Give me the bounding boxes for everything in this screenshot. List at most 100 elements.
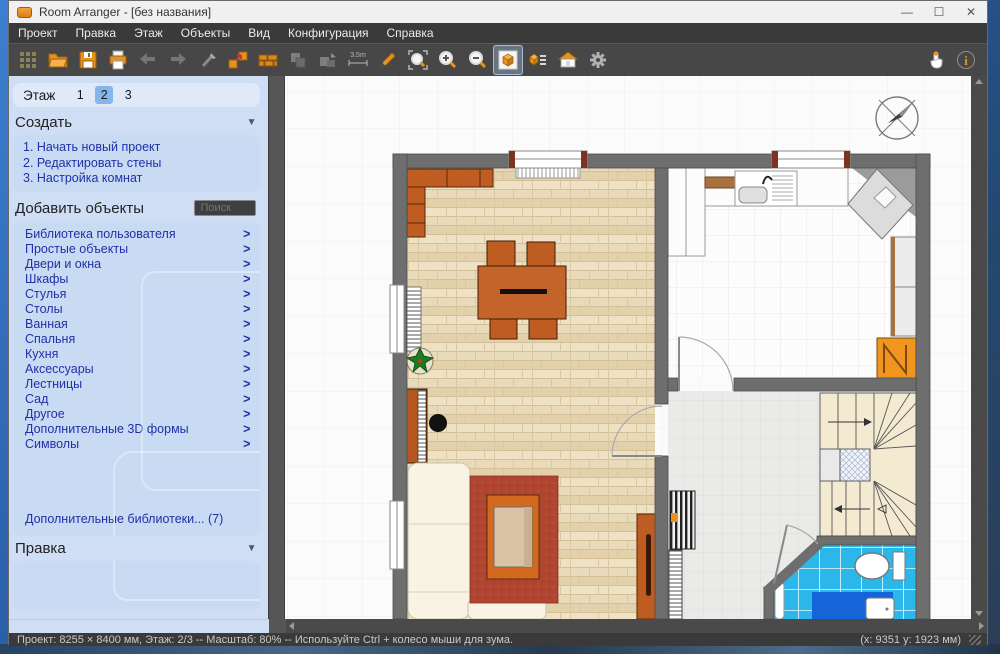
settings-icon[interactable] xyxy=(584,46,612,74)
zoom-out-icon[interactable] xyxy=(464,46,492,74)
vertical-scrollbar[interactable] xyxy=(971,76,987,619)
category-kitchen[interactable]: Кухня > xyxy=(25,347,250,362)
walls-3d-icon[interactable] xyxy=(554,46,582,74)
redo-icon[interactable] xyxy=(164,46,192,74)
plant[interactable] xyxy=(406,347,435,375)
create-section-header[interactable]: Создать ▼ xyxy=(9,110,268,134)
app-window: Room Arranger - [без названия] — ☐ ✕ Про… xyxy=(8,0,988,646)
menu-configuration[interactable]: Конфигурация xyxy=(279,23,378,43)
clean-icon[interactable] xyxy=(194,46,222,74)
create-step-2[interactable]: 2. Редактировать стены xyxy=(23,156,250,172)
save-icon[interactable] xyxy=(74,46,102,74)
category-symbols[interactable]: Символы > xyxy=(25,437,250,452)
menu-project[interactable]: Проект xyxy=(9,23,67,43)
floor-button-3[interactable]: 3 xyxy=(119,86,137,104)
bookshelf[interactable] xyxy=(403,388,428,464)
column[interactable] xyxy=(429,414,448,432)
group-objects-icon[interactable] xyxy=(314,46,342,74)
kitchen-right-cabinets[interactable] xyxy=(890,236,917,337)
chevron-right-icon: > xyxy=(243,316,251,331)
select-objects-icon[interactable] xyxy=(284,46,312,74)
category-label: Шкафы xyxy=(25,271,69,286)
pointer-icon[interactable] xyxy=(922,46,950,74)
object-list-icon[interactable] xyxy=(524,46,552,74)
bath-sink[interactable] xyxy=(865,597,895,619)
category-other[interactable]: Другое > xyxy=(25,407,250,422)
category-user-library[interactable]: Библиотека пользователя > xyxy=(25,227,250,242)
chevron-right-icon: > xyxy=(243,391,251,406)
scroll-left-arrow[interactable] xyxy=(289,622,294,630)
category-simple-objects[interactable]: Простые объекты > xyxy=(25,242,250,257)
project-grid-icon[interactable] xyxy=(14,46,42,74)
collapse-arrow-icon[interactable]: ▼ xyxy=(247,543,257,554)
open-icon[interactable] xyxy=(44,46,72,74)
orange-cabinet[interactable] xyxy=(876,337,917,380)
category-bathroom[interactable]: Ванная > xyxy=(25,317,250,332)
title-bar[interactable]: Room Arranger - [без названия] — ☐ ✕ xyxy=(9,1,987,23)
scroll-down-arrow[interactable] xyxy=(975,611,984,616)
info-icon[interactable]: i xyxy=(952,46,980,74)
sidebar-divider[interactable] xyxy=(268,76,286,619)
measure-icon[interactable]: 3.5m xyxy=(344,46,372,74)
floor-plan-canvas[interactable] xyxy=(285,76,972,619)
zoom-in-icon[interactable] xyxy=(434,46,462,74)
category-label: Спальня xyxy=(25,331,76,346)
chevron-right-icon: > xyxy=(243,256,251,271)
category-additional-3d-shapes[interactable]: Дополнительные 3D формы > xyxy=(25,422,250,437)
category-garden[interactable]: Сад > xyxy=(25,392,250,407)
pencil-icon[interactable] xyxy=(374,46,402,74)
category-wardrobes[interactable]: Шкафы > xyxy=(25,272,250,287)
zoom-fit-icon[interactable] xyxy=(404,46,432,74)
menu-floor[interactable]: Этаж xyxy=(125,23,172,43)
staircase[interactable] xyxy=(819,392,917,537)
scroll-up-arrow[interactable] xyxy=(975,79,984,84)
horizontal-scrollbar[interactable] xyxy=(286,619,987,633)
floor-button-2[interactable]: 2 xyxy=(95,86,114,104)
bricks-icon[interactable] xyxy=(254,46,282,74)
kitchen-sink[interactable] xyxy=(734,170,798,207)
add-objects-section-header[interactable]: Добавить объекты xyxy=(9,196,268,220)
view-3d-icon[interactable] xyxy=(493,45,523,75)
minimize-button[interactable]: — xyxy=(891,1,923,23)
menu-bar: Проект Правка Этаж Объекты Вид Конфигура… xyxy=(9,23,987,43)
create-step-1[interactable]: 1. Начать новый проект xyxy=(23,140,250,156)
status-text: Проект: 8255 × 8400 мм, Этаж: 2/3 -- Мас… xyxy=(17,633,514,646)
undo-icon[interactable] xyxy=(134,46,162,74)
maximize-button[interactable]: ☐ xyxy=(923,1,955,23)
additional-libraries-link[interactable]: Дополнительные библиотеки... (7) xyxy=(25,510,250,530)
category-tables[interactable]: Столы > xyxy=(25,302,250,317)
menu-edit[interactable]: Правка xyxy=(67,23,126,43)
category-bedroom[interactable]: Спальня > xyxy=(25,332,250,347)
menu-help[interactable]: Справка xyxy=(378,23,443,43)
radiator[interactable] xyxy=(515,167,581,179)
search-input[interactable] xyxy=(194,200,257,216)
chevron-right-icon: > xyxy=(243,376,251,391)
print-icon[interactable] xyxy=(104,46,132,74)
cursor-coordinates: (x: 9351 y: 1923 мм) xyxy=(860,633,961,646)
toilet[interactable] xyxy=(854,552,891,580)
toolbar: 3.5m i xyxy=(9,43,987,76)
create-step-3[interactable]: 3. Настройка комнат xyxy=(23,171,250,187)
scroll-right-arrow[interactable] xyxy=(979,622,984,630)
close-button[interactable]: ✕ xyxy=(955,1,987,23)
wall-editor-icon[interactable] xyxy=(224,46,252,74)
category-accessories[interactable]: Аксессуары > xyxy=(25,362,250,377)
category-label: Лестницы xyxy=(25,376,83,391)
desktop-background: Room Arranger - [без названия] — ☐ ✕ Про… xyxy=(0,0,1000,654)
menu-view[interactable]: Вид xyxy=(239,23,279,43)
menu-objects[interactable]: Объекты xyxy=(172,23,240,43)
edit-section-header[interactable]: Правка ▼ xyxy=(9,536,268,560)
category-label: Стулья xyxy=(25,286,67,301)
fireplace[interactable] xyxy=(486,494,540,580)
resize-grip-icon[interactable] xyxy=(969,634,981,645)
hall-ladder-shelf[interactable] xyxy=(668,549,683,619)
floor-button-1[interactable]: 1 xyxy=(71,86,89,104)
collapse-arrow-icon[interactable]: ▼ xyxy=(247,117,257,128)
chevron-right-icon: > xyxy=(243,436,251,451)
edit-panel xyxy=(13,561,261,611)
category-label: Библиотека пользователя xyxy=(25,226,176,241)
category-doors-windows[interactable]: Двери и окна > xyxy=(25,257,250,272)
shelf-unit[interactable] xyxy=(405,286,422,352)
category-chairs[interactable]: Стулья > xyxy=(25,287,250,302)
category-stairs[interactable]: Лестницы > xyxy=(25,377,250,392)
